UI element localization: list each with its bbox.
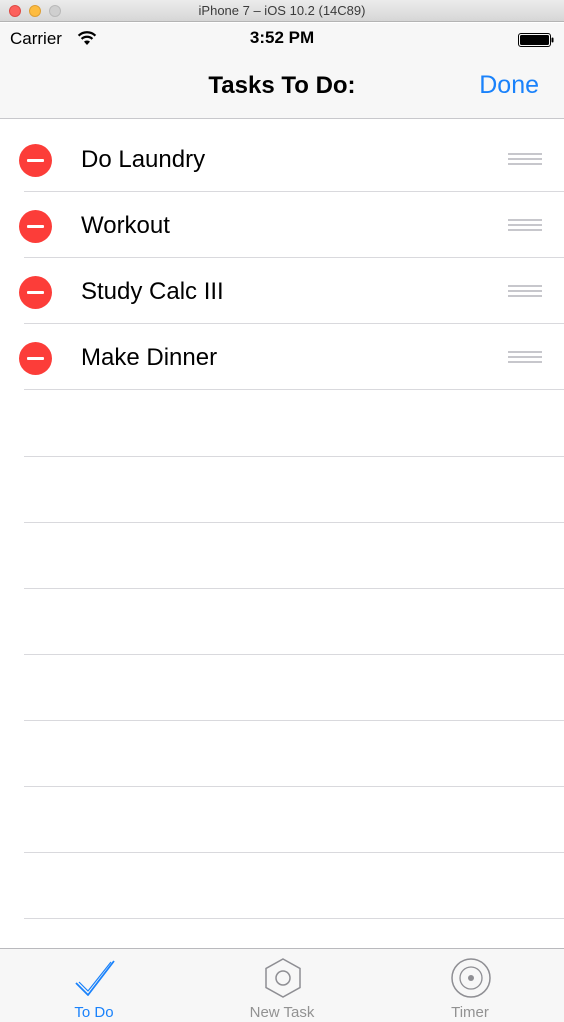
task-label: Study Calc III — [81, 278, 224, 305]
task-label: Make Dinner — [81, 344, 218, 371]
reorder-handle-icon[interactable] — [508, 351, 542, 365]
task-row[interactable]: Workout — [0, 192, 564, 258]
done-button[interactable]: Done — [479, 71, 539, 100]
hexagon-icon — [265, 958, 301, 998]
tab-to-do[interactable]: To Do — [0, 949, 188, 1022]
tab-label: New Task — [249, 1004, 315, 1021]
task-row[interactable]: Do Laundry — [0, 120, 564, 192]
navigation-bar: Tasks To Do: Done — [0, 53, 564, 119]
status-time: 3:52 PM — [249, 28, 315, 47]
tab-bar: To Do New Task Timer — [0, 948, 564, 1022]
delete-minus-icon[interactable] — [19, 210, 52, 243]
battery-icon — [518, 33, 554, 47]
task-row[interactable]: Make Dinner — [0, 324, 564, 390]
row-divider — [24, 389, 564, 390]
row-divider — [24, 522, 564, 523]
reorder-handle-icon[interactable] — [508, 219, 542, 233]
row-divider — [24, 852, 564, 853]
simulator-window: iPhone 7 – iOS 10.2 (14C89) Carrier 3:52… — [0, 0, 564, 1022]
status-bar: Carrier 3:52 PM — [0, 23, 564, 53]
window-title: iPhone 7 – iOS 10.2 (14C89) — [198, 3, 366, 18]
checkmark-icon — [75, 960, 115, 996]
delete-minus-icon[interactable] — [19, 144, 52, 177]
tab-new-task[interactable]: New Task — [188, 949, 376, 1022]
row-divider — [24, 720, 564, 721]
task-label: Do Laundry — [81, 146, 206, 173]
row-divider — [24, 654, 564, 655]
tab-label: Timer — [451, 1004, 489, 1021]
task-list: Do Laundry Workout Study Calc III Make D… — [0, 120, 564, 948]
task-label: Workout — [81, 212, 170, 239]
timer-icon — [451, 958, 491, 998]
tab-label: To Do — [74, 1004, 114, 1021]
reorder-handle-icon[interactable] — [508, 285, 542, 299]
reorder-handle-icon[interactable] — [508, 153, 542, 167]
delete-minus-icon[interactable] — [19, 342, 52, 375]
tab-timer[interactable]: Timer — [376, 949, 564, 1022]
delete-minus-icon[interactable] — [19, 276, 52, 309]
window-titlebar: iPhone 7 – iOS 10.2 (14C89) — [0, 0, 564, 22]
task-row[interactable]: Study Calc III — [0, 258, 564, 324]
row-divider — [24, 918, 564, 919]
row-divider — [24, 588, 564, 589]
row-divider — [24, 786, 564, 787]
row-divider — [24, 456, 564, 457]
